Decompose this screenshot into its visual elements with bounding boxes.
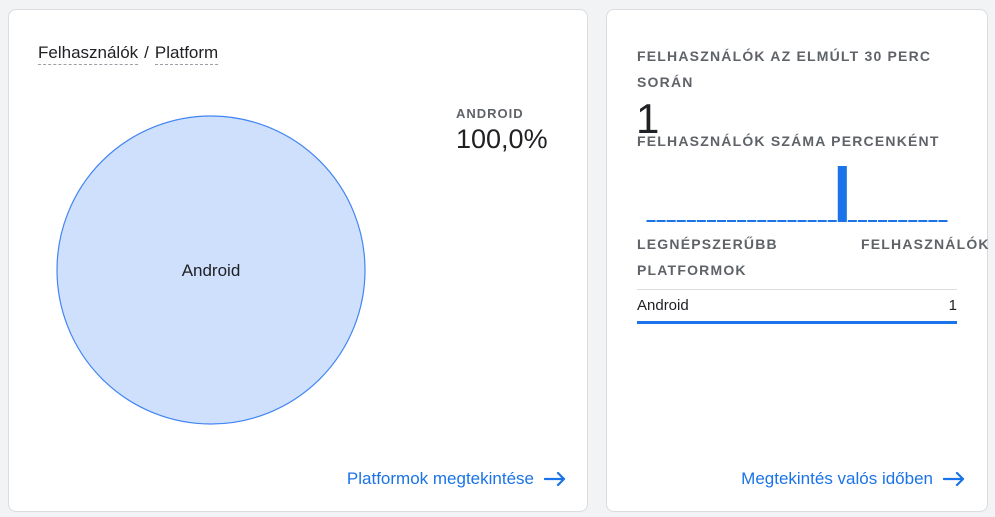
platform-users-card: Felhasználók / Platform Android ANDROID 10… xyxy=(8,9,588,512)
minute-bar[interactable] xyxy=(807,220,817,222)
minute-bar[interactable] xyxy=(888,220,898,222)
minute-bar[interactable] xyxy=(817,220,827,222)
minute-bar[interactable] xyxy=(757,220,767,222)
minute-bar[interactable] xyxy=(928,220,938,222)
pie-svg: Android xyxy=(56,115,366,425)
minute-bar[interactable] xyxy=(767,220,777,222)
realtime-title: FELHASZNÁLÓK AZ ELMÚLT 30 PERC SORÁN xyxy=(637,48,932,90)
minute-bar[interactable] xyxy=(918,220,928,222)
view-platforms-label: Platformok megtekintése xyxy=(346,469,534,488)
minute-bar[interactable] xyxy=(787,220,797,222)
title-separator: / xyxy=(144,43,149,62)
table-header-platforms: LEGNÉPSZERŰBB PLATFORMOK xyxy=(637,236,778,278)
minute-bar[interactable] xyxy=(827,220,837,222)
minute-bar[interactable] xyxy=(716,220,727,222)
minute-bar[interactable] xyxy=(867,220,878,222)
minute-bar[interactable] xyxy=(737,220,747,222)
minute-bar[interactable] xyxy=(686,220,696,222)
minute-bar[interactable] xyxy=(666,220,676,222)
minute-bar[interactable] xyxy=(938,220,948,222)
minute-bar[interactable] xyxy=(857,220,867,222)
minute-bar[interactable] xyxy=(908,220,918,222)
table-row[interactable]: Android 1 xyxy=(637,290,957,324)
minute-bar[interactable] xyxy=(847,220,857,222)
view-platforms-link[interactable]: Platformok megtekintése xyxy=(347,469,566,489)
dimension-platform-selector[interactable]: Platform xyxy=(154,43,219,65)
view-realtime-label: Megtekintés valós időben xyxy=(741,469,933,488)
dimension-users-selector[interactable]: Felhasználók xyxy=(38,43,139,65)
arrow-right-icon xyxy=(943,472,965,486)
arrow-right-icon xyxy=(544,472,566,486)
minute-bar[interactable] xyxy=(646,220,656,222)
minute-bar[interactable] xyxy=(696,220,706,222)
minute-bar[interactable] xyxy=(878,220,888,222)
minute-bar[interactable] xyxy=(727,220,737,222)
table-header-users: FELHASZNÁLÓK xyxy=(861,236,990,252)
row-platform-name: Android xyxy=(637,297,689,314)
per-minute-bar-chart xyxy=(646,166,948,222)
realtime-users-card: FELHASZNÁLÓK AZ ELMÚLT 30 PERC SORÁN 1 F… xyxy=(606,9,990,512)
platform-pie-chart: Android xyxy=(55,114,367,426)
minute-bar[interactable] xyxy=(837,166,847,222)
minute-bar[interactable] xyxy=(777,220,787,222)
minute-bar[interactable] xyxy=(797,220,807,222)
minute-bar[interactable] xyxy=(747,220,757,222)
card-title: Felhasználók / Platform xyxy=(38,43,219,65)
pie-slice-label: Android xyxy=(182,261,241,280)
minute-bar[interactable] xyxy=(656,220,666,222)
minute-bar[interactable] xyxy=(676,220,686,222)
minute-bar[interactable] xyxy=(706,220,716,222)
row-user-count: 1 xyxy=(948,297,957,314)
view-realtime-link[interactable]: Megtekintés valós időben xyxy=(741,469,965,489)
minute-bar[interactable] xyxy=(898,220,908,222)
legend-label: ANDROID xyxy=(456,106,524,121)
per-minute-subtitle: FELHASZNÁLÓK SZÁMA PERCENKÉNT xyxy=(637,133,940,149)
legend-value: 100,0% xyxy=(456,124,548,154)
